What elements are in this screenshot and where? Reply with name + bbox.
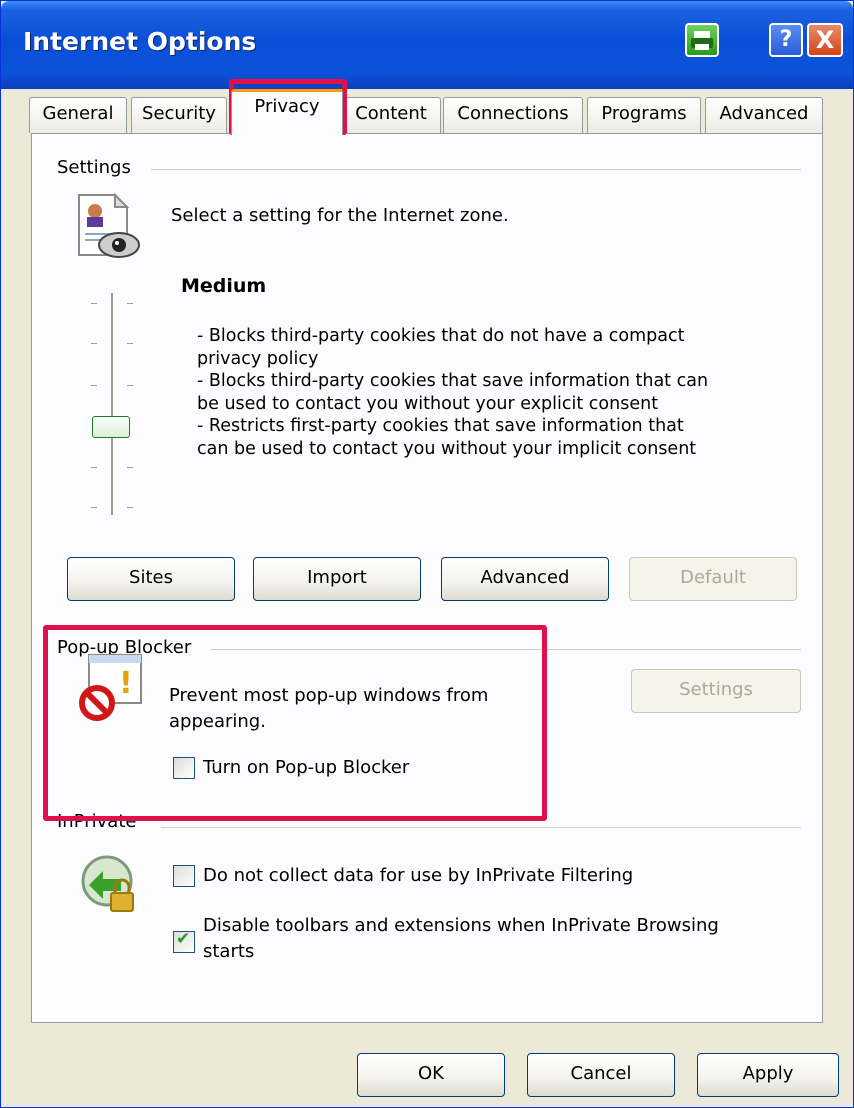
svg-text:!: !: [119, 666, 133, 701]
privacy-document-icon: [71, 192, 147, 263]
cancel-button[interactable]: Cancel: [527, 1053, 675, 1097]
popup-blocker-icon: !: [75, 651, 147, 721]
slider-tick: [127, 385, 133, 386]
description-line: - Restricts first-party cookies that sav…: [197, 416, 684, 436]
tab-general[interactable]: General: [29, 97, 127, 133]
slider-thumb[interactable]: [92, 416, 130, 438]
popup-description-line1: Prevent most pop-up windows from: [169, 685, 489, 706]
disable-toolbars-label-line1[interactable]: Disable toolbars and extensions when InP…: [203, 915, 719, 937]
tab-strip: General Security Privacy Content Connect…: [29, 89, 829, 135]
tab-security[interactable]: Security: [131, 97, 227, 133]
popup-description-line2: appearing.: [169, 711, 266, 732]
default-button[interactable]: Default: [629, 557, 797, 601]
tab-connections[interactable]: Connections: [443, 97, 583, 133]
printer-icon[interactable]: [685, 23, 719, 57]
slider-tick: [91, 303, 97, 304]
sites-button[interactable]: Sites: [67, 557, 235, 601]
description-line: - Blocks third-party cookies that save i…: [197, 371, 709, 391]
inprivate-filtering-checkbox[interactable]: [173, 865, 195, 887]
privacy-level: Medium: [181, 275, 267, 297]
import-button[interactable]: Import: [253, 557, 421, 601]
slider-tick: [91, 343, 97, 344]
help-button[interactable]: ?: [769, 23, 803, 57]
internet-options-dialog: Internet Options ? X General Security Pr…: [0, 0, 854, 1108]
popup-blocker-checkbox[interactable]: [173, 757, 195, 779]
slider-tick: [91, 385, 97, 386]
tab-advanced[interactable]: Advanced: [705, 97, 823, 133]
ok-button[interactable]: OK: [357, 1053, 505, 1097]
inprivate-filtering-label[interactable]: Do not collect data for use by InPrivate…: [203, 865, 633, 887]
title-bar[interactable]: Internet Options ? X: [1, 1, 853, 89]
slider-track: [111, 293, 113, 515]
advanced-button[interactable]: Advanced: [441, 557, 609, 601]
tab-privacy[interactable]: Privacy: [231, 89, 343, 135]
disable-toolbars-label-line2[interactable]: starts: [203, 941, 254, 963]
description-line: can be used to contact you without your …: [197, 438, 697, 459]
apply-button[interactable]: Apply: [697, 1053, 839, 1097]
inprivate-group-line: [161, 827, 801, 828]
zone-prompt: Select a setting for the Internet zone.: [171, 205, 509, 226]
slider-tick: [127, 507, 133, 508]
level-description: - Blocks third-party cookies that do not…: [197, 325, 797, 460]
inprivate-icon: [75, 851, 147, 921]
description-line: be used to contact you without your expl…: [197, 393, 659, 414]
slider-tick: [127, 303, 133, 304]
settings-group-label: Settings: [57, 157, 139, 178]
slider-tick: [127, 467, 133, 468]
popup-settings-button[interactable]: Settings: [631, 669, 801, 713]
description-line: - Blocks third-party cookies that do not…: [197, 326, 685, 346]
popup-group-line: [211, 649, 801, 650]
settings-group-line: [151, 169, 801, 170]
window-title: Internet Options: [23, 27, 257, 56]
popup-blocker-checkbox-label[interactable]: Turn on Pop-up Blocker: [203, 757, 409, 779]
tab-programs[interactable]: Programs: [587, 97, 701, 133]
tab-content[interactable]: Content: [341, 97, 441, 133]
description-line: privacy policy: [197, 348, 319, 369]
slider-tick: [127, 343, 133, 344]
disable-toolbars-checkbox[interactable]: [173, 929, 195, 953]
slider-tick: [91, 467, 97, 468]
slider-tick: [91, 507, 97, 508]
close-button[interactable]: X: [807, 23, 843, 57]
inprivate-group-label: InPrivate: [57, 811, 145, 832]
